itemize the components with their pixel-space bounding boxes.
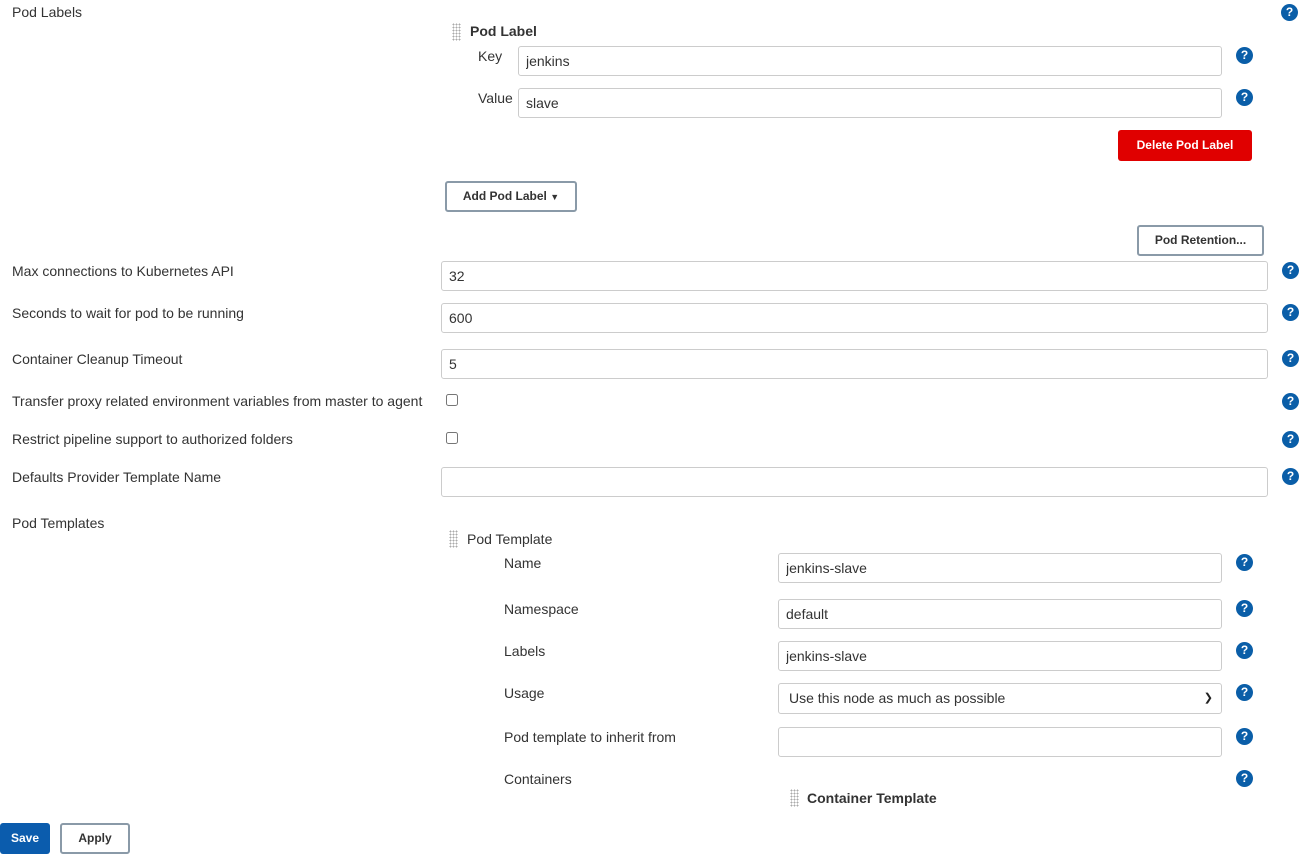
pod-labels-label: Pod Labels [12, 4, 83, 20]
add-pod-label-text: Add Pod Label [462, 189, 547, 203]
labels-input[interactable] [778, 641, 1222, 671]
defaults-provider-label: Defaults Provider Template Name [12, 469, 222, 485]
cleanup-timeout-input[interactable] [441, 349, 1268, 379]
help-icon[interactable]: ? [1236, 47, 1253, 64]
pod-templates-label: Pod Templates [12, 515, 105, 531]
namespace-input[interactable] [778, 599, 1222, 629]
delete-pod-label-button[interactable]: Delete Pod Label [1118, 130, 1252, 161]
caret-down-icon: ▼ [550, 192, 560, 202]
inherit-label: Pod template to inherit from [504, 729, 676, 745]
drag-handle-icon[interactable] [449, 530, 458, 548]
name-label: Name [504, 555, 542, 571]
namespace-label: Namespace [504, 601, 579, 617]
help-icon[interactable]: ? [1282, 393, 1299, 410]
containers-label: Containers [504, 771, 572, 787]
value-label: Value [478, 90, 513, 106]
drag-handle-icon[interactable] [452, 23, 461, 41]
key-label: Key [478, 48, 503, 64]
help-icon[interactable]: ? [1282, 468, 1299, 485]
drag-handle-icon[interactable] [790, 789, 799, 807]
pod-retention-button[interactable]: Pod Retention... [1137, 225, 1264, 256]
pod-label-value-input[interactable] [518, 88, 1222, 118]
help-icon[interactable]: ? [1282, 350, 1299, 367]
help-icon[interactable]: ? [1236, 89, 1253, 106]
help-icon[interactable]: ? [1282, 262, 1299, 279]
restrict-pipeline-label: Restrict pipeline support to authorized … [12, 431, 293, 447]
help-icon[interactable]: ? [1236, 770, 1253, 787]
apply-button[interactable]: Apply [60, 823, 130, 854]
usage-label: Usage [504, 685, 545, 701]
help-icon[interactable]: ? [1236, 684, 1253, 701]
help-icon[interactable]: ? [1281, 4, 1298, 21]
pod-label-title: Pod Label [470, 23, 537, 39]
help-icon[interactable]: ? [1236, 642, 1253, 659]
cleanup-timeout-label: Container Cleanup Timeout [12, 351, 183, 367]
labels-label: Labels [504, 643, 546, 659]
add-pod-label-button[interactable]: Add Pod Label ▼ [445, 181, 577, 212]
help-icon[interactable]: ? [1282, 304, 1299, 321]
usage-select[interactable]: Use this node as much as possible ❯ [778, 683, 1222, 714]
max-connections-input[interactable] [441, 261, 1268, 291]
transfer-proxy-label: Transfer proxy related environment varia… [12, 393, 423, 409]
help-icon[interactable]: ? [1236, 554, 1253, 571]
inherit-input[interactable] [778, 727, 1222, 757]
defaults-provider-input[interactable] [441, 467, 1268, 497]
chevron-down-icon: ❯ [1203, 692, 1213, 704]
container-template-title: Container Template [807, 790, 937, 806]
seconds-wait-input[interactable] [441, 303, 1268, 333]
help-icon[interactable]: ? [1236, 600, 1253, 617]
save-button[interactable]: Save [0, 823, 50, 854]
seconds-wait-label: Seconds to wait for pod to be running [12, 305, 244, 321]
help-icon[interactable]: ? [1282, 431, 1299, 448]
max-connections-label: Max connections to Kubernetes API [12, 263, 234, 279]
template-name-input[interactable] [778, 553, 1222, 583]
pod-template-title: Pod Template [467, 531, 553, 547]
help-icon[interactable]: ? [1236, 728, 1253, 745]
usage-selected-value: Use this node as much as possible [789, 690, 1006, 706]
pod-label-key-input[interactable] [518, 46, 1222, 76]
transfer-proxy-checkbox[interactable] [446, 394, 458, 406]
restrict-pipeline-checkbox[interactable] [446, 432, 458, 444]
